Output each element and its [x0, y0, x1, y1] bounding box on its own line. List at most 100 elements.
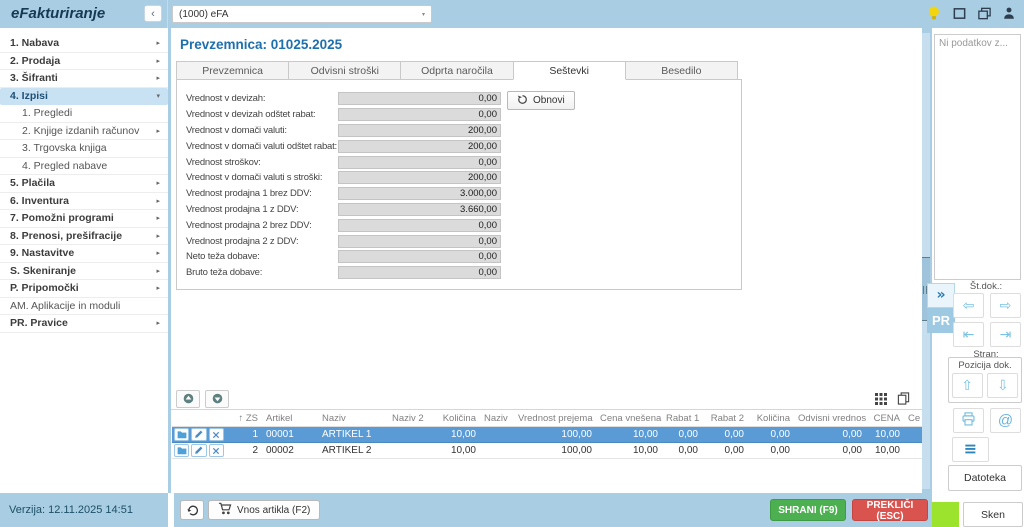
table-row[interactable]: 100001ARTIKEL 110,00100,0010,000,000,000…: [172, 427, 922, 443]
open-row-button[interactable]: [174, 428, 189, 441]
field-value[interactable]: 3.660,00: [338, 203, 501, 216]
pencil-icon: [194, 446, 203, 455]
sidebar-item-label: 4. Izpisi: [10, 90, 48, 102]
field-row: Vrednost prodajna 2 z DDV:0,00: [177, 233, 741, 249]
field-value[interactable]: 0,00: [338, 108, 501, 121]
vertical-scrollbar[interactable]: [922, 33, 930, 489]
refresh-button[interactable]: Obnovi: [507, 91, 575, 110]
column-header-količina[interactable]: Količina: [748, 411, 794, 427]
sidebar-item-1-nabava[interactable]: 1. Nabava▸: [0, 35, 168, 53]
sidebar-item-2-prodaja[interactable]: 2. Prodaja▸: [0, 53, 168, 71]
first-doc-button[interactable]: ⇤: [953, 322, 984, 347]
user-icon[interactable]: [1000, 4, 1018, 22]
delete-row-button[interactable]: [209, 428, 224, 441]
field-value[interactable]: 200,00: [338, 124, 501, 137]
sidebar-item-1-pregledi[interactable]: 1. Pregledi: [0, 105, 168, 123]
column-header-rabat-1[interactable]: Rabat 1: [662, 411, 702, 427]
field-value[interactable]: 200,00: [338, 140, 501, 153]
tab-seštevki[interactable]: Seštevki: [513, 61, 626, 80]
tab-odprta-naročila[interactable]: Odprta naročila: [400, 61, 513, 80]
open-row-button[interactable]: [174, 444, 189, 457]
next-doc-button[interactable]: ⇨: [990, 293, 1021, 318]
sidebar-item-4-pregled-nabave[interactable]: 4. Pregled nabave: [0, 158, 168, 176]
grid-settings-icon[interactable]: [870, 390, 892, 408]
move-up-button[interactable]: [176, 390, 200, 408]
print-button[interactable]: [953, 408, 984, 433]
lightbulb-icon[interactable]: [925, 4, 943, 22]
field-value[interactable]: 3.000,00: [338, 187, 501, 200]
chevron-right-icon: ▸: [156, 35, 160, 53]
edit-row-button[interactable]: [191, 444, 206, 457]
topbar-icons: [925, 4, 1018, 22]
windows-stack-icon[interactable]: [975, 4, 993, 22]
sidebar-item-am-aplikacije-in-moduli[interactable]: AM. Aplikacije in moduli: [0, 298, 168, 316]
save-button[interactable]: SHRANI (F9): [770, 499, 846, 521]
sidebar-item-s-skeniranje[interactable]: S. Skeniranje▸: [0, 263, 168, 281]
last-doc-button[interactable]: ⇥: [990, 322, 1021, 347]
no-data-text: Ni podatkov z...: [939, 38, 1008, 49]
sidebar-item-3-šifranti[interactable]: 3. Šifranti▸: [0, 70, 168, 88]
column-header-naziv[interactable]: Naziv: [318, 411, 388, 427]
sidebar-item-p-pripomočki[interactable]: P. Pripomočki▸: [0, 280, 168, 298]
sidebar-item-pr-pravice[interactable]: PR. Pravice▸: [0, 315, 168, 333]
position-up-button[interactable]: ⇧: [952, 373, 983, 398]
column-header-ce[interactable]: Ce: [904, 411, 922, 427]
field-value[interactable]: 0,00: [338, 156, 501, 169]
sidebar-item-3-trgovska-knjiga[interactable]: 3. Trgovska knjiga: [0, 140, 168, 158]
add-article-button[interactable]: Vnos artikla (F2): [208, 500, 320, 520]
maximize-icon[interactable]: [950, 4, 968, 22]
email-button[interactable]: @: [990, 408, 1021, 433]
prev-doc-button[interactable]: ⇦: [953, 293, 984, 318]
field-value[interactable]: 0,00: [338, 92, 501, 105]
refresh-label: Obnovi: [533, 95, 565, 106]
file-button[interactable]: Datoteka: [948, 465, 1022, 491]
company-select[interactable]: (1000) eFA ▾: [172, 5, 432, 23]
sidebar-item-9-nastavitve[interactable]: 9. Nastavitve▸: [0, 245, 168, 263]
field-value[interactable]: 200,00: [338, 171, 501, 184]
chevron-right-icon: ▸: [156, 70, 160, 88]
sidebar-item-2-knjige-izdanih-računov[interactable]: 2. Knjige izdanih računov▸: [0, 123, 168, 141]
arrow-up-circle-icon: [183, 393, 194, 404]
column-header-rabat-2[interactable]: Rabat 2: [702, 411, 748, 427]
history-button[interactable]: [180, 500, 204, 520]
menu-button[interactable]: ≡: [952, 437, 989, 462]
tab-besedilo[interactable]: Besedilo: [625, 61, 738, 80]
preview-box: Ni podatkov z...: [934, 34, 1021, 280]
column-header-odvisni-vrednost[interactable]: Odvisni vrednost: [794, 411, 866, 427]
sidebar-item-4-izpisi[interactable]: 4. Izpisi▾: [0, 88, 168, 106]
sidebar-item-6-inventura[interactable]: 6. Inventura▸: [0, 193, 168, 211]
move-down-button[interactable]: [205, 390, 229, 408]
sidebar-item-8-prenosi-prešifracije[interactable]: 8. Prenosi, prešifracije▸: [0, 228, 168, 246]
field-value[interactable]: 0,00: [338, 250, 501, 263]
column-header-vrednost-prejema[interactable]: Vrednost prejema: [514, 411, 596, 427]
cancel-button[interactable]: PREKLIČI (ESC): [852, 499, 928, 521]
sidebar-item-5-plačila[interactable]: 5. Plačila▸: [0, 175, 168, 193]
column-header-zs[interactable]: ↑ ZS: [228, 411, 262, 427]
table-row[interactable]: 200002ARTIKEL 210,00100,0010,000,000,000…: [172, 443, 922, 459]
column-header-artikel[interactable]: Artikel: [262, 411, 318, 427]
position-down-button[interactable]: ⇩: [987, 373, 1018, 398]
grid-toolbar: [171, 388, 922, 410]
sidebar-collapse-button[interactable]: ‹: [144, 5, 162, 22]
field-value[interactable]: 0,00: [338, 266, 501, 279]
cell: 10,00: [866, 443, 904, 459]
column-header-naziv-2[interactable]: Naziv 2: [388, 411, 434, 427]
column-header-količina[interactable]: Količina: [434, 411, 480, 427]
sidebar-item-label: 2. Knjige izdanih računov: [22, 125, 139, 137]
tab-odvisni-stroški[interactable]: Odvisni stroški: [288, 61, 401, 80]
pr-tab-label[interactable]: PR: [927, 308, 955, 333]
sidebar-item-label: 4. Pregled nabave: [22, 160, 107, 172]
tab-prevzemnica[interactable]: Prevzemnica: [176, 61, 289, 80]
sidebar-item-7-pomožni-programi[interactable]: 7. Pomožni programi▸: [0, 210, 168, 228]
delete-row-button[interactable]: [209, 444, 224, 457]
field-value[interactable]: 0,00: [338, 235, 501, 248]
column-header-cena-vnešena[interactable]: Cena vnešena: [596, 411, 662, 427]
copy-grid-icon[interactable]: [892, 390, 914, 408]
field-value[interactable]: 0,00: [338, 219, 501, 232]
edit-row-button[interactable]: [191, 428, 206, 441]
cell: 0,00: [748, 427, 794, 443]
column-header-naziv[interactable]: Naziv: [480, 411, 514, 427]
scan-button[interactable]: Sken: [963, 502, 1023, 527]
field-row: Vrednost v domači valuti s stroški:200,0…: [177, 170, 741, 186]
column-header-cena[interactable]: CENA: [866, 411, 904, 427]
